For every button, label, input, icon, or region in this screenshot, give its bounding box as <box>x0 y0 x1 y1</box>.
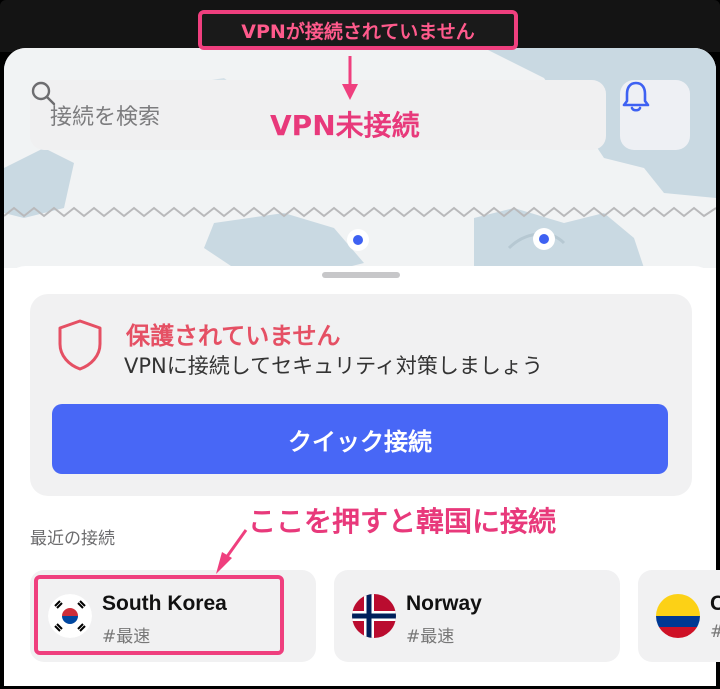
server-tag: # <box>710 622 720 642</box>
server-tag: #最速 <box>406 627 455 647</box>
protection-status-card: 保護されていません VPNに接続してセキュリティ対策しましょう クイック接続 <box>30 294 692 496</box>
bell-icon <box>622 81 650 112</box>
annotation-tap-korea: ここを押すと韓国に接続 <box>248 505 557 538</box>
notifications-button[interactable] <box>620 80 690 150</box>
sheet-drag-handle[interactable] <box>322 272 400 278</box>
server-name: C <box>710 592 720 615</box>
norway-flag-icon <box>352 594 396 638</box>
south-korea-highlight-box <box>34 575 284 655</box>
search-placeholder: 接続を検索 <box>50 105 161 130</box>
protection-title: 保護されていません <box>126 322 341 350</box>
quick-connect-button[interactable]: クイック接続 <box>52 404 668 474</box>
server-card-colombia[interactable]: C # <box>638 570 720 662</box>
protection-description: VPNに接続してセキュリティ対策しましょう <box>124 354 543 378</box>
server-card-norway[interactable]: Norway #最速 <box>334 570 620 662</box>
search-icon <box>31 81 56 106</box>
shield-icon <box>58 319 102 371</box>
annotation-vpn-not-connected: VPN未接続 <box>270 109 420 142</box>
vpn-status-banner: VPNが接続されていません <box>198 10 518 50</box>
server-name: Norway <box>406 592 482 615</box>
map-view[interactable]: 接続を検索 <box>4 48 716 268</box>
colombia-flag-icon <box>656 594 700 638</box>
recent-connections-label: 最近の接続 <box>30 529 115 549</box>
app-frame: 接続を検索 保護されていません VPNに接続してセキュリティ対策しましょう クイ… <box>0 0 720 689</box>
